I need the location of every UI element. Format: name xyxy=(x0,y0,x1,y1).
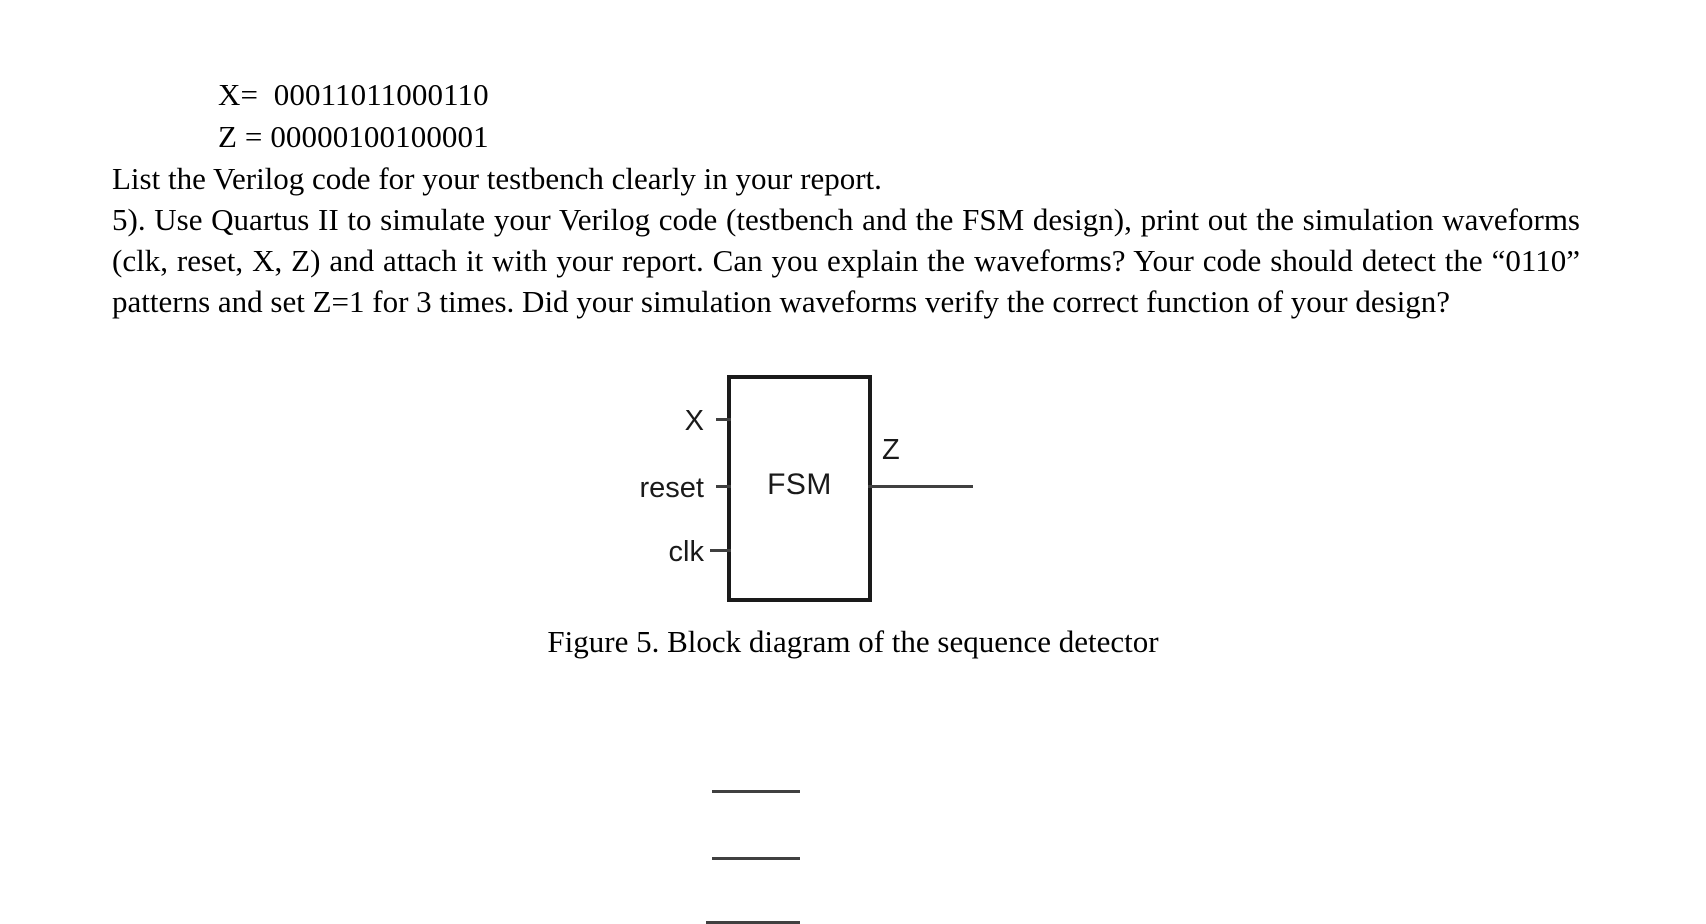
signal-line-z: Z = 00000100100001 xyxy=(218,119,489,154)
signal-line-x: X= 00011011000110 xyxy=(218,77,489,112)
input-label-reset: reset xyxy=(639,472,704,504)
question-paragraph: 5). Use Quartus II to simulate your Veri… xyxy=(112,202,1580,319)
wire-z xyxy=(868,485,973,488)
fsm-diagram: FSM X reset clk Z xyxy=(600,372,1020,612)
wire-reset-long xyxy=(712,857,800,860)
wire-reset xyxy=(716,485,731,488)
output-label-z: Z xyxy=(882,434,900,466)
document-body: X= 00011011000110 Z = 00000100100001 Lis… xyxy=(112,74,1580,322)
wire-clk xyxy=(710,549,731,552)
document-page: X= 00011011000110 Z = 00000100100001 Lis… xyxy=(0,0,1706,924)
input-label-x: X xyxy=(684,405,704,437)
wire-x-long xyxy=(712,790,800,793)
figure-caption: Figure 5. Block diagram of the sequence … xyxy=(547,624,1159,659)
instruction-line: List the Verilog code for your testbench… xyxy=(112,161,882,196)
wire-x xyxy=(716,418,731,421)
fsm-block-label: FSM xyxy=(767,468,832,501)
input-label-clk: clk xyxy=(668,536,704,568)
figure-block-diagram: FSM X reset clk Z Figure 5. Block diagra… xyxy=(0,372,1706,924)
